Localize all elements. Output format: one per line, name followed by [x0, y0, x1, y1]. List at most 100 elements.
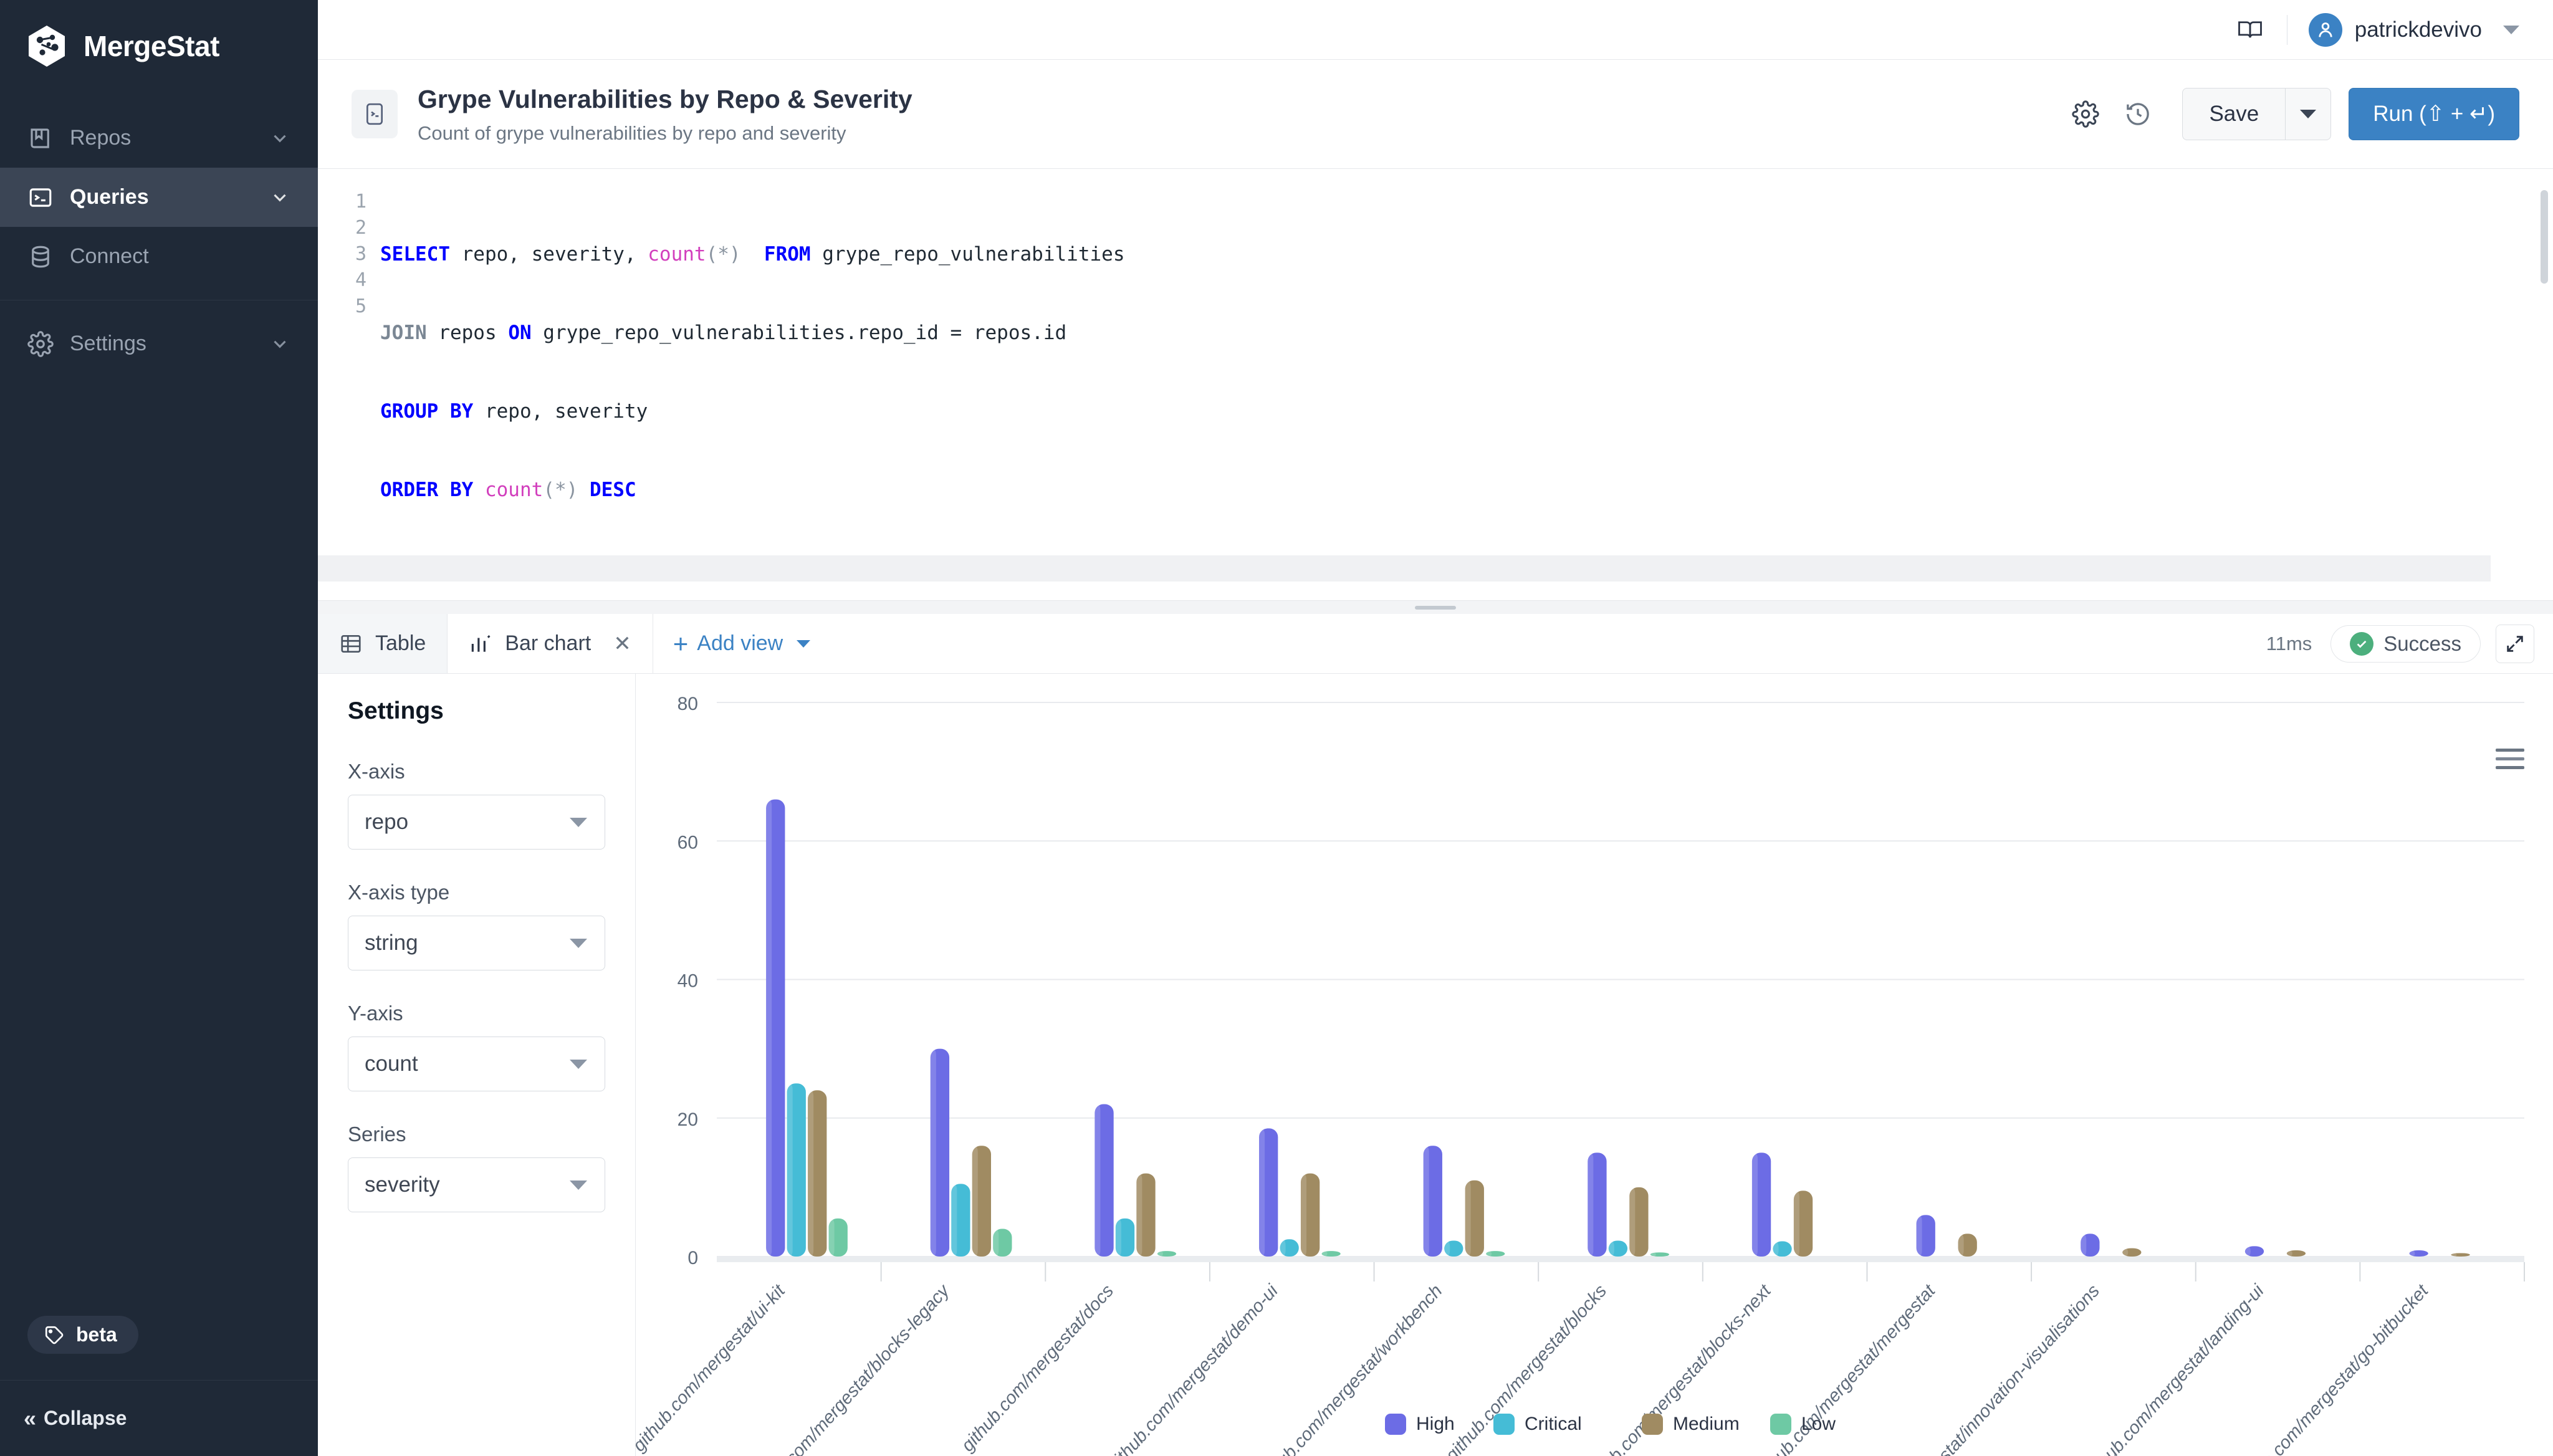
x-axis-tick-label: github.com/mergestat/demo-ui	[1104, 1280, 1283, 1456]
sql-keyword: DESC	[590, 479, 636, 501]
bar-highlight	[1301, 1174, 1306, 1257]
check-circle-icon	[2350, 632, 2373, 656]
bar-highlight	[2287, 1250, 2292, 1257]
gear-icon	[27, 331, 54, 357]
sql-text: repos	[427, 322, 509, 344]
results-status-group: 11ms Success	[2266, 614, 2553, 673]
bar-highlight	[1588, 1152, 1593, 1257]
add-view-button[interactable]: + Add view	[653, 614, 831, 673]
sql-editor[interactable]: 1 2 3 4 5 SELECT repo, severity, count(*…	[318, 169, 2553, 600]
sql-text: grype_repo_vulnerabilities.repo_id = rep…	[532, 322, 1067, 344]
sidebar: MergeStat Repos Queries	[0, 0, 318, 1456]
sidebar-item-label: Repos	[70, 126, 269, 150]
tab-bar-chart[interactable]: Bar chart ✕	[448, 614, 653, 673]
chart-svg: 020406080github.com/mergestat/ui-kitgith…	[636, 674, 2553, 1456]
line-number: 5	[318, 294, 366, 320]
avatar	[2309, 13, 2342, 47]
line-number: 1	[318, 189, 366, 215]
bar-highlight	[972, 1146, 978, 1257]
chevron-down-icon	[269, 333, 290, 355]
field-label: X-axis	[348, 760, 605, 783]
bar-highlight	[1094, 1104, 1100, 1257]
series-select[interactable]: severity	[348, 1157, 605, 1212]
beta-badge-wrap: beta	[0, 1316, 318, 1380]
field-y-axis: Y-axis count	[348, 1002, 605, 1091]
bar-highlight	[829, 1219, 835, 1257]
expand-panel-button[interactable]	[2496, 625, 2534, 663]
code-line: ORDER BY count(*) DESC	[380, 477, 2553, 503]
sql-operator: (*)	[543, 479, 590, 501]
line-number: 3	[318, 241, 366, 267]
tab-table[interactable]: Table	[318, 614, 448, 673]
collapse-sidebar-button[interactable]: « Collapse	[0, 1380, 318, 1456]
splitter-grip	[1415, 606, 1456, 610]
sql-keyword: FROM	[764, 243, 811, 266]
y-axis-select[interactable]: count	[348, 1037, 605, 1091]
tag-icon	[44, 1324, 65, 1346]
brand-name: MergeStat	[84, 29, 219, 63]
bar-highlight	[1116, 1219, 1121, 1257]
sql-function: count	[485, 479, 543, 501]
bar-highlight	[993, 1229, 999, 1257]
code-line: JOIN repos ON grype_repo_vulnerabilities…	[380, 320, 2553, 346]
legend-swatch	[1385, 1414, 1406, 1435]
x-axis-select[interactable]: repo	[348, 795, 605, 850]
table-icon	[339, 632, 363, 656]
beta-label: beta	[76, 1323, 117, 1346]
svg-text:github.com/mergestat/demo-ui: github.com/mergestat/demo-ui	[1104, 1280, 1283, 1456]
bar-highlight	[1444, 1240, 1450, 1257]
settings-title: Settings	[348, 697, 605, 725]
save-dropdown-button[interactable]	[2285, 88, 2331, 140]
line-number: 4	[318, 267, 366, 294]
bar-highlight	[951, 1184, 957, 1257]
sql-operator: (*)	[706, 243, 741, 266]
bar-highlight	[1650, 1252, 1656, 1257]
x-axis-type-select[interactable]: string	[348, 916, 605, 970]
plus-icon: +	[673, 636, 689, 651]
field-label: Series	[348, 1123, 605, 1146]
book-open-icon[interactable]	[2237, 17, 2263, 43]
sidebar-item-repos[interactable]: Repos	[0, 108, 318, 168]
bar-highlight	[1629, 1187, 1635, 1257]
sidebar-item-label: Queries	[70, 185, 269, 209]
sql-text: repo, severity	[473, 400, 648, 423]
bar-highlight	[1752, 1152, 1758, 1257]
legend-label: Low	[1801, 1414, 1836, 1434]
sql-function: count	[648, 243, 706, 266]
panel-splitter[interactable]	[318, 600, 2553, 614]
bar-highlight	[2081, 1233, 2086, 1257]
bar-highlight	[1609, 1240, 1614, 1257]
user-name: patrickdevivo	[2355, 17, 2482, 42]
field-label: X-axis type	[348, 881, 605, 904]
sidebar-item-queries[interactable]: Queries	[0, 168, 318, 227]
top-bar: patrickdevivo	[318, 0, 2553, 60]
chevron-down-icon	[2503, 26, 2519, 34]
field-series: Series severity	[348, 1123, 605, 1212]
query-settings-button[interactable]	[2062, 91, 2109, 137]
close-icon[interactable]: ✕	[613, 631, 631, 656]
editor-line-numbers: 1 2 3 4 5	[318, 181, 380, 600]
legend-swatch	[1642, 1414, 1663, 1435]
run-button[interactable]: Run (⇧ + ↵)	[2349, 88, 2519, 140]
sql-text: repo, severity,	[450, 243, 648, 266]
select-value: severity	[365, 1172, 440, 1197]
chevron-down-icon	[269, 187, 290, 208]
user-menu[interactable]: patrickdevivo	[2309, 13, 2519, 47]
editor-code[interactable]: SELECT repo, severity, count(*) FROM gry…	[380, 181, 2553, 600]
bar-highlight	[766, 800, 772, 1257]
bar-highlight	[1136, 1174, 1142, 1257]
field-label: Y-axis	[348, 1002, 605, 1025]
bar-highlight	[1486, 1251, 1492, 1257]
sidebar-item-settings[interactable]: Settings	[0, 314, 318, 373]
sidebar-item-connect[interactable]: Connect	[0, 227, 318, 286]
bar-highlight	[1321, 1251, 1327, 1257]
svg-text:github.com/mergestat/go-bitbuc: github.com/mergestat/go-bitbucket	[2232, 1280, 2433, 1456]
brand[interactable]: MergeStat	[0, 0, 318, 92]
bar-highlight	[931, 1049, 936, 1257]
save-button[interactable]: Save	[2182, 88, 2285, 140]
editor-scrollbar[interactable]	[2541, 190, 2548, 284]
code-line-active	[380, 555, 2553, 582]
query-history-button[interactable]	[2115, 91, 2161, 137]
query-header: Grype Vulnerabilities by Repo & Severity…	[318, 60, 2553, 169]
bar-highlight	[1773, 1242, 1778, 1257]
